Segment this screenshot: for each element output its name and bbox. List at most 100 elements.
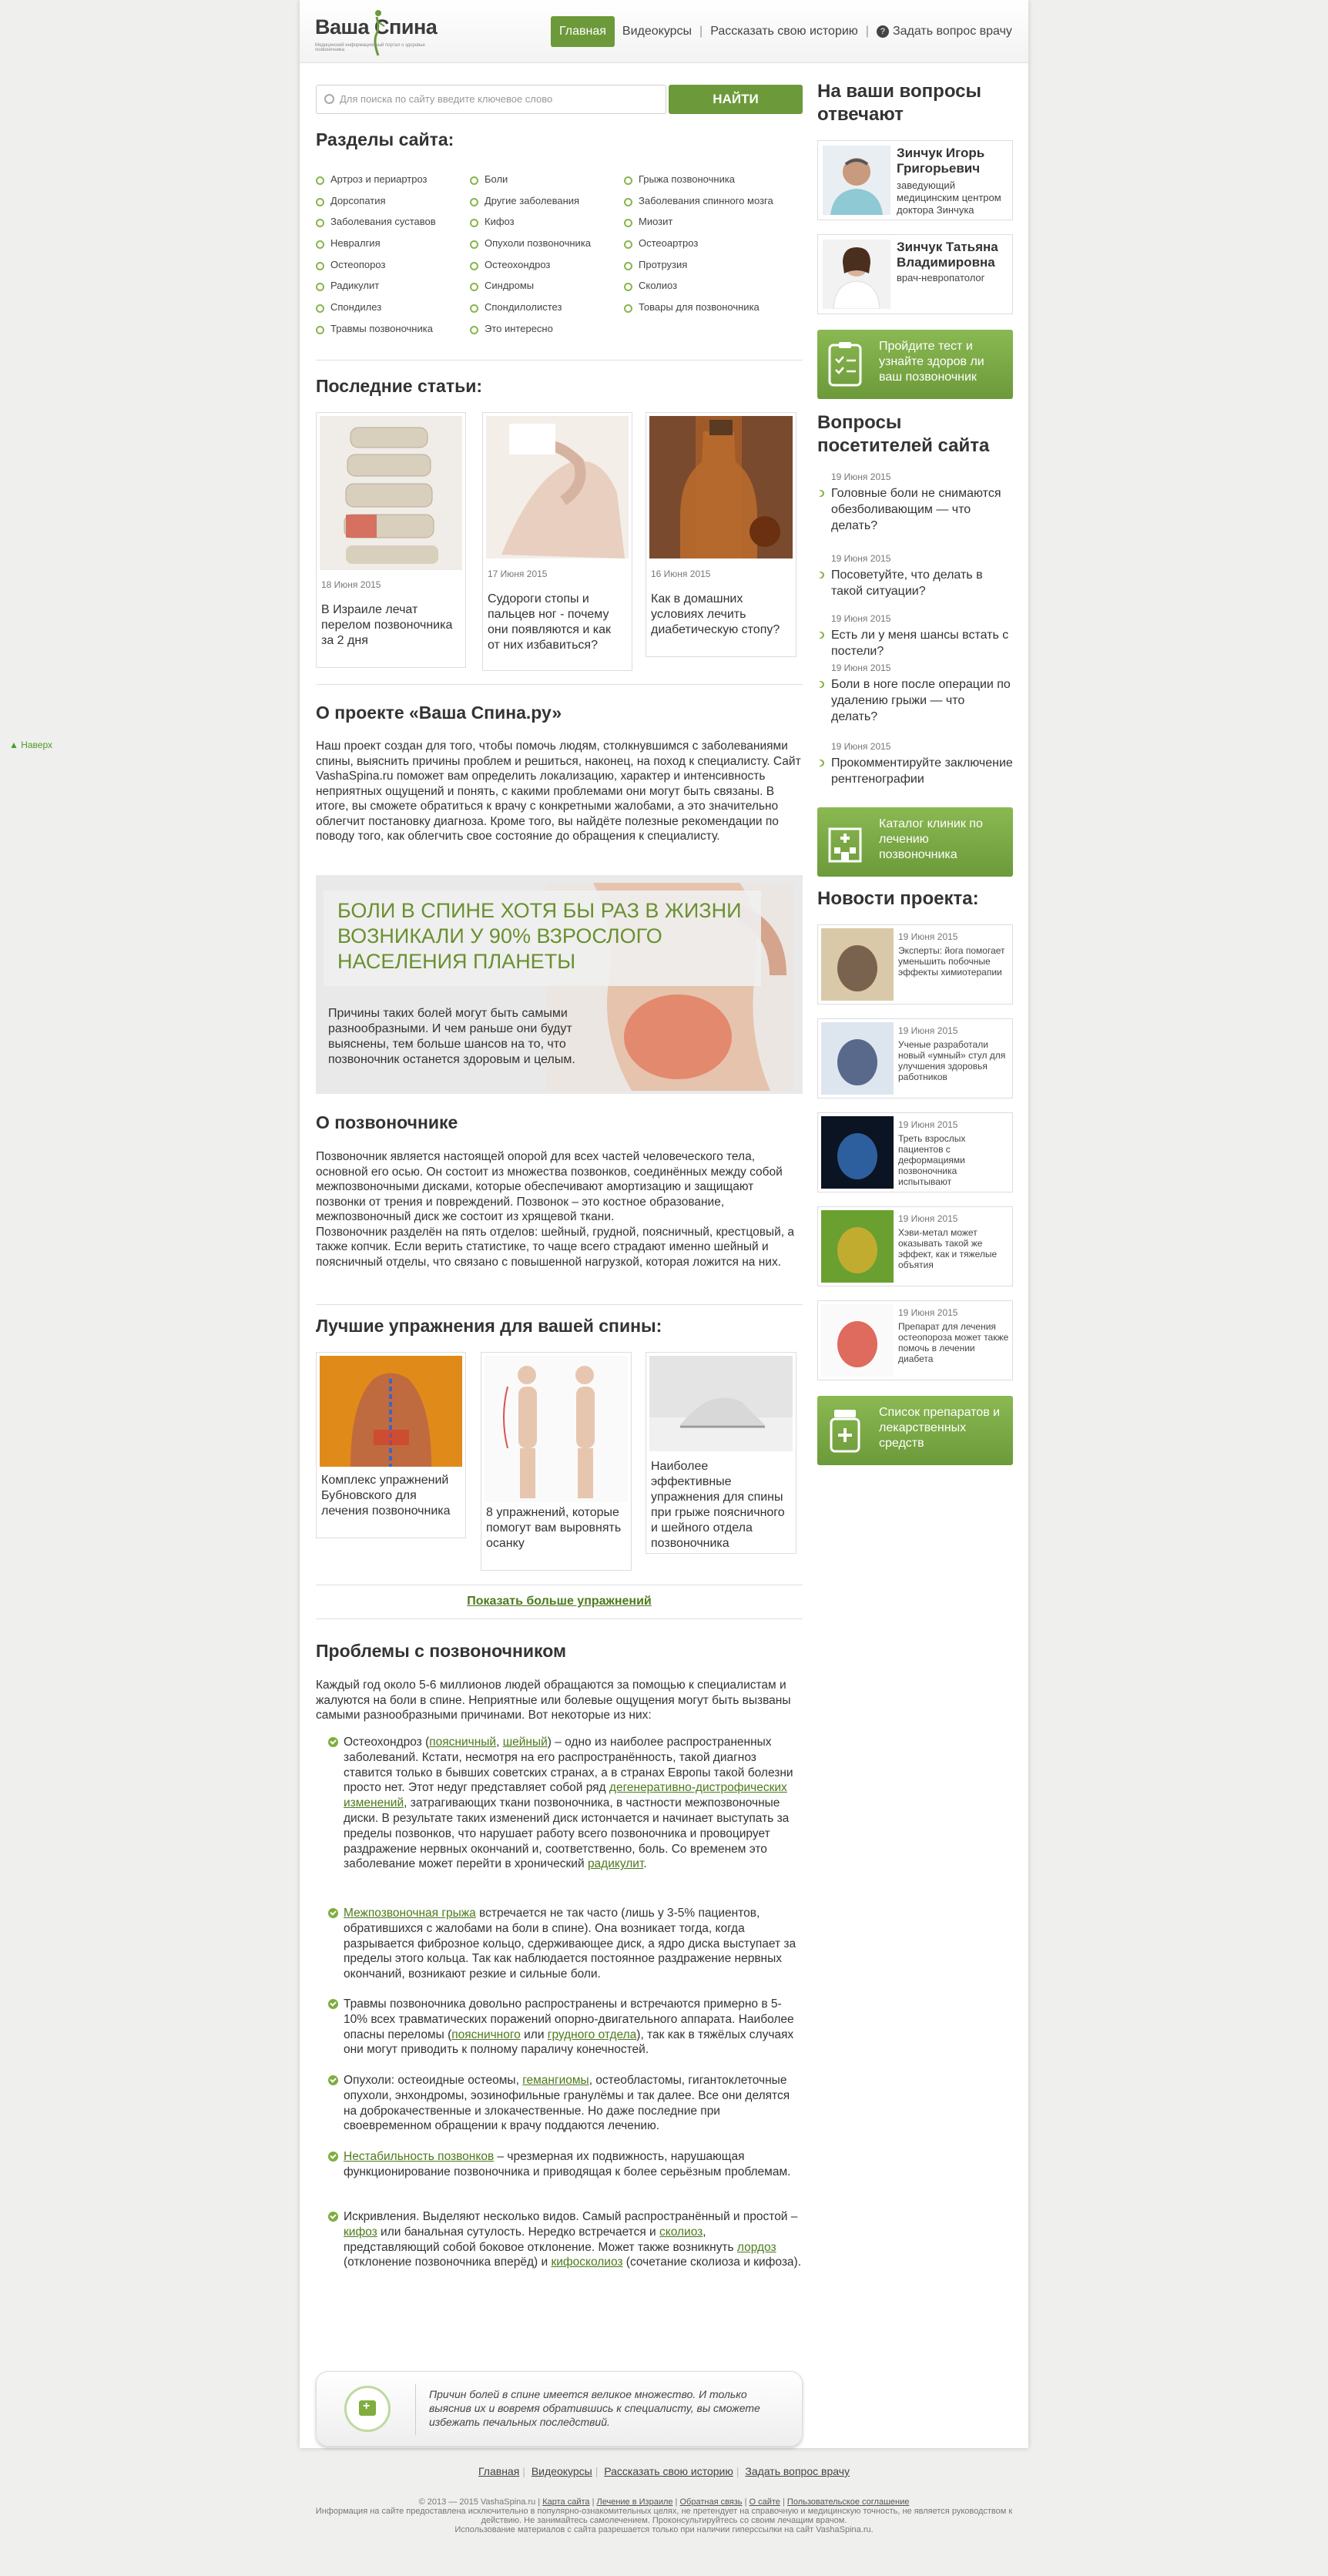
link-lordosis[interactable]: лордоз xyxy=(737,2241,776,2254)
section-link[interactable]: Миозит xyxy=(624,213,778,235)
visitor-question[interactable]: 19 Июня 2015 Прокомментируйте заключение … xyxy=(816,741,1013,787)
news-item[interactable]: 19 Июня 2015 Ученые разработали новый «ум… xyxy=(817,1018,1013,1098)
footer-link[interactable]: Задать вопрос врачу xyxy=(745,2465,850,2477)
question-text: Посоветуйте, что делать в такой ситуации… xyxy=(831,569,983,598)
link-scoliosis[interactable]: сколиоз xyxy=(659,2225,703,2239)
news-text: Хэви-метал может оказывать такой же эффе… xyxy=(898,1227,998,1270)
section-link[interactable]: Спондилез xyxy=(316,299,470,320)
nav-ask-label: Задать вопрос врачу xyxy=(892,25,1012,38)
problems-intro: Каждый год около 5-6 миллионов людей обр… xyxy=(316,1679,791,1722)
search-button[interactable]: НАЙТИ xyxy=(669,85,803,114)
exercise-card[interactable]: 8 упражнений, которые помогут вам выровн… xyxy=(481,1352,632,1571)
section-link[interactable]: Грыжа позвоночника xyxy=(624,171,778,193)
scroll-top-link[interactable]: ▲ Наверх xyxy=(9,740,52,750)
divider xyxy=(316,684,803,685)
nav-ask[interactable]: ? Задать вопрос врачу xyxy=(869,16,1020,47)
footer-link[interactable]: Обратная связь xyxy=(679,2497,742,2507)
footer-link[interactable]: Пользовательское соглашение xyxy=(787,2497,909,2507)
news-item[interactable]: 19 Июня 2015 Хэви-метал может оказывать т… xyxy=(817,1206,1013,1286)
section-link[interactable]: Другие заболевания xyxy=(470,193,624,214)
link-kyphosis[interactable]: кифоз xyxy=(344,2225,377,2239)
article-image xyxy=(320,416,462,570)
clinics-button-label: Каталог клиник по лечению позвоночника xyxy=(879,817,983,861)
visitor-question[interactable]: 19 Июня 2015 Боли в ноге после операции п… xyxy=(816,662,1013,725)
section-link[interactable]: Протрузия xyxy=(624,257,778,278)
link-lumbar[interactable]: поясничный xyxy=(429,1736,496,1749)
main-nav: Главная Видеокурсы | Рассказать свою ист… xyxy=(551,15,1020,48)
footer-link[interactable]: О сайте xyxy=(750,2497,780,2507)
section-link[interactable]: Остеопороз xyxy=(316,257,470,278)
doctor-desc: врач-невропатолог xyxy=(897,272,985,283)
section-link[interactable]: Товары для позвоночника xyxy=(624,299,778,320)
news-date: 19 Июня 2015 xyxy=(898,1307,958,1318)
visitor-question[interactable]: 19 Июня 2015 Есть ли у меня шансы встать … xyxy=(816,613,1013,659)
section-link[interactable]: Опухоли позвоночника xyxy=(470,235,624,257)
drugs-button[interactable]: Список препаратов и лекарственных средст… xyxy=(817,1396,1013,1465)
nav-home[interactable]: Главная xyxy=(551,16,615,47)
banner-headline: Боли в спине хотя бы раз в жизни возника… xyxy=(324,891,761,986)
exercise-image xyxy=(649,1356,793,1451)
section-link[interactable]: Синдромы xyxy=(470,277,624,299)
search-input[interactable]: Для поиска по сайту введите ключевое сло… xyxy=(316,85,666,114)
section-link[interactable]: Невралгия xyxy=(316,235,470,257)
section-link[interactable]: Дорсопатия xyxy=(316,193,470,214)
nav-video[interactable]: Видеокурсы xyxy=(615,16,699,47)
section-link[interactable]: Заболевания суставов xyxy=(316,213,470,235)
check-icon xyxy=(328,1737,338,1747)
section-link[interactable]: Сколиоз xyxy=(624,277,778,299)
news-text: Треть взрослых пациентов с деформациями … xyxy=(898,1133,966,1187)
footer-link[interactable]: Видеокурсы xyxy=(532,2465,592,2477)
problems-title: Проблемы с позвоночником xyxy=(316,1641,566,1661)
section-link[interactable]: Заболевания спинного мозга xyxy=(624,193,778,214)
footer-link[interactable]: Главная xyxy=(478,2465,519,2477)
clinics-button[interactable]: Каталог клиник по лечению позвоночника xyxy=(817,807,1013,877)
nav-story[interactable]: Рассказать свою историю xyxy=(703,16,866,47)
medicine-bottle-icon xyxy=(830,1410,860,1453)
test-button[interactable]: Пройдите тест и узнайте здоров ли ваш по… xyxy=(817,330,1013,399)
section-link[interactable]: Остеоартроз xyxy=(624,235,778,257)
link-lumbar-fracture[interactable]: поясничного xyxy=(451,2028,521,2041)
footer-link[interactable]: Рассказать свою историю xyxy=(604,2465,733,2477)
article-date: 18 Июня 2015 xyxy=(321,579,381,590)
section-link[interactable]: Травмы позвоночника xyxy=(316,320,470,342)
footer-link[interactable]: Лечение в Израиле xyxy=(597,2497,673,2507)
article-card[interactable]: 16 Июня 2015 Как в домашних условиях леч… xyxy=(646,412,796,657)
footer-link[interactable]: Карта сайта xyxy=(542,2497,589,2507)
exercise-title: 8 упражнений, которые помогут вам выровн… xyxy=(486,1506,622,1550)
link-thoracic[interactable]: грудного отдела xyxy=(548,2028,636,2041)
link-cervical[interactable]: шейный xyxy=(503,1736,548,1749)
site-logo[interactable]: Ваша Спина Медицинский информационный по… xyxy=(315,9,438,59)
latest-title: Последние статьи: xyxy=(316,376,483,396)
show-more-exercises[interactable]: Показать больше упражнений xyxy=(316,1595,803,1608)
link-kyphoscoliosis[interactable]: кифосколиоз xyxy=(551,2256,622,2269)
exercise-card[interactable]: Комплекс упражнений Бубновского для лече… xyxy=(316,1352,466,1538)
section-link[interactable]: Радикулит xyxy=(316,277,470,299)
visitor-question[interactable]: 19 Июня 2015 Посоветуйте, что делать в та… xyxy=(816,553,1013,599)
news-item[interactable]: 19 Июня 2015 Треть взрослых пациентов с д… xyxy=(817,1112,1013,1192)
news-item[interactable]: 19 Июня 2015 Препарат для лечения остеопо… xyxy=(817,1300,1013,1380)
exercise-card[interactable]: Наиболее эффективные упражнения для спин… xyxy=(646,1352,796,1554)
questions-title: Вопросы посетителей сайта xyxy=(817,412,990,456)
section-link[interactable]: Остеохондроз xyxy=(470,257,624,278)
link-hernia[interactable]: Межпозвоночная грыжа xyxy=(344,1907,476,1920)
drugs-button-label: Список препаратов и лекарственных средст… xyxy=(879,1406,1001,1450)
link-radiculitis[interactable]: радикулит xyxy=(588,1857,643,1870)
section-link[interactable]: Боли xyxy=(470,171,624,193)
link-hemangioma[interactable]: гемангиомы xyxy=(522,2074,589,2087)
news-item[interactable]: 19 Июня 2015 Эксперты: йога помогает умен… xyxy=(817,924,1013,1005)
section-link[interactable]: Спондилолистез xyxy=(470,299,624,320)
arrow-icon xyxy=(816,630,826,640)
question-text: Боли в ноге после операции по удалению г… xyxy=(831,678,1011,723)
doctor-card[interactable]: Зинчук Игорь Григорьевич заведующий меди… xyxy=(817,140,1013,220)
section-link[interactable]: Артроз и периартроз xyxy=(316,171,470,193)
question-text: Есть ли у меня шансы встать с постели? xyxy=(831,629,1009,658)
section-link[interactable]: Кифоз xyxy=(470,213,624,235)
section-link[interactable]: Это интересно xyxy=(470,320,624,342)
article-card[interactable]: 17 Июня 2015 Судороги стопы и пальцев но… xyxy=(482,412,632,671)
doctor-card[interactable]: Зинчук Татьяна Владимировна врач-невропа… xyxy=(817,234,1013,314)
arrow-icon xyxy=(816,570,826,580)
visitor-question[interactable]: 19 Июня 2015 Головные боли не снимаются о… xyxy=(816,471,1013,534)
link-instability[interactable]: Нестабильность позвонков xyxy=(344,2150,494,2163)
article-card[interactable]: 18 Июня 2015 В Израиле лечат перелом поз… xyxy=(316,412,466,668)
article-date: 17 Июня 2015 xyxy=(488,569,548,579)
